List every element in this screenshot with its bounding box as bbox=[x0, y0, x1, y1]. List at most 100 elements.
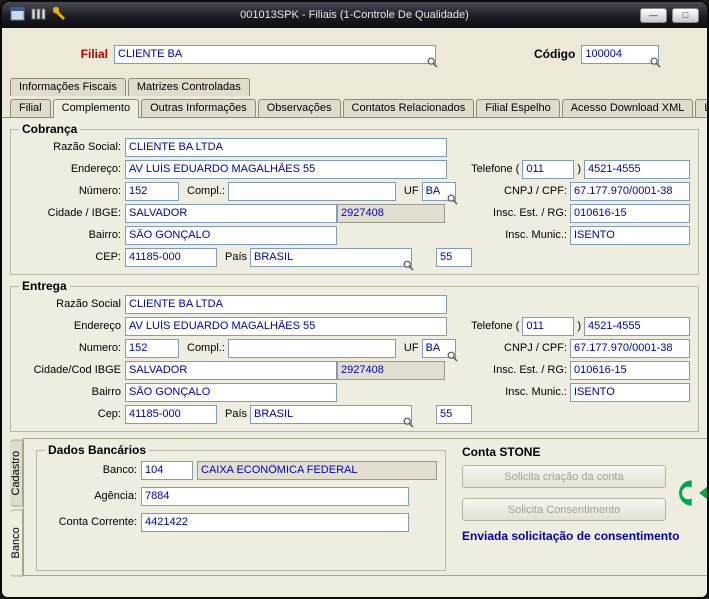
app-window: 001013SPK - Filiais (1-Controle De Quali… bbox=[0, 0, 709, 599]
cobranca-telefone-ddd-input[interactable] bbox=[522, 159, 575, 179]
pais-label: País bbox=[225, 408, 248, 420]
razao-social-label: Razão Social: bbox=[53, 141, 121, 153]
solicita-consentimento-button[interactable]: Solicita Consentimento bbox=[462, 498, 666, 521]
cobranca-cidade-input[interactable] bbox=[125, 203, 337, 223]
columns-icon[interactable] bbox=[31, 7, 46, 24]
maximize-button[interactable]: □ bbox=[672, 7, 699, 23]
tab-contatos-relacionados[interactable]: Contatos Relacionados bbox=[342, 99, 475, 117]
form-icon[interactable] bbox=[10, 7, 25, 24]
cobranca-insc-munic-input[interactable] bbox=[570, 225, 690, 245]
cobranca-cnpj-input[interactable] bbox=[570, 181, 690, 201]
conta-corrente-input[interactable] bbox=[141, 512, 409, 532]
stone-status-icon bbox=[679, 480, 707, 506]
tab-outras-informacoes[interactable]: Outras Informações bbox=[141, 99, 256, 117]
entrega-cidade-input[interactable] bbox=[125, 360, 337, 380]
paren-close: ) bbox=[577, 163, 581, 175]
entrega-title: Entrega bbox=[22, 279, 67, 293]
minimize-button[interactable]: — bbox=[640, 7, 667, 23]
cobranca-telefone-input[interactable] bbox=[584, 159, 690, 179]
cobranca-insc-est-input[interactable] bbox=[570, 203, 690, 223]
tab-observacoes[interactable]: Observações bbox=[257, 99, 341, 117]
cobranca-bairro-input[interactable] bbox=[125, 225, 337, 245]
cep-label: CEP: bbox=[95, 251, 121, 263]
tab-log[interactable]: Log bbox=[695, 99, 707, 117]
tab-filial-espelho[interactable]: Filial Espelho bbox=[476, 99, 560, 117]
banco-label: Banco: bbox=[102, 464, 137, 476]
banco-codigo-input[interactable] bbox=[141, 460, 193, 480]
conta-corrente-label: Conta Corrente: bbox=[58, 516, 137, 528]
cnpj-label: CNPJ / CPF: bbox=[504, 185, 567, 197]
insc-est-label: Insc. Est. / RG: bbox=[493, 207, 567, 219]
cobranca-compl-input[interactable] bbox=[227, 181, 396, 201]
search-icon[interactable] bbox=[403, 260, 414, 271]
side-tab-strip: Cadastro Banco bbox=[10, 438, 23, 576]
bairro-label: Bairro: bbox=[88, 229, 121, 241]
agencia-input[interactable] bbox=[141, 486, 409, 506]
search-icon[interactable] bbox=[650, 57, 661, 68]
outer-tab-strip: Informações Fiscais Matrizes Controladas bbox=[2, 74, 707, 96]
cidade-label: Cidade / IBGE: bbox=[47, 207, 121, 219]
entrega-telefone-ddd-input[interactable] bbox=[522, 316, 575, 336]
entrega-endereco-input[interactable] bbox=[125, 316, 447, 336]
cobranca-razao-social-input[interactable] bbox=[125, 137, 447, 157]
search-icon[interactable] bbox=[447, 351, 458, 362]
entrega-insc-munic-input[interactable] bbox=[570, 382, 690, 402]
cobranca-group: Cobrança Razão Social: Endereço: Número:… bbox=[10, 122, 699, 275]
entrega-group: Entrega Razão Social Endereço Numero: Co… bbox=[10, 279, 699, 432]
entrega-cep-input[interactable] bbox=[125, 404, 217, 424]
dados-bancarios-title: Dados Bancários bbox=[48, 443, 147, 457]
cobranca-cep-input[interactable] bbox=[125, 247, 217, 267]
entrega-numero-input[interactable] bbox=[125, 338, 179, 358]
entrega-telefone-input[interactable] bbox=[584, 316, 690, 336]
bairro-label: Bairro bbox=[91, 386, 121, 398]
side-tab-banco[interactable]: Banco bbox=[10, 509, 23, 576]
tab-acesso-download-xml[interactable]: Acesso Download XML bbox=[561, 99, 694, 117]
solicita-criacao-conta-button[interactable]: Solicita criação da conta bbox=[462, 465, 666, 488]
numero-label: Numero: bbox=[78, 342, 121, 354]
entrega-pais-cod-input[interactable] bbox=[436, 404, 473, 424]
paren-open: ( bbox=[515, 320, 520, 332]
telefone-label: Telefone bbox=[471, 320, 513, 332]
tab-matrizes-controladas[interactable]: Matrizes Controladas bbox=[127, 78, 250, 96]
filial-label: Filial bbox=[80, 47, 108, 61]
cobranca-numero-input[interactable] bbox=[125, 181, 179, 201]
entrega-pais-input[interactable] bbox=[250, 404, 413, 424]
numero-label: Número: bbox=[78, 185, 121, 197]
wrench-icon[interactable] bbox=[52, 6, 68, 24]
banco-panel: Dados Bancários Banco: Agência: Conta Co… bbox=[23, 438, 707, 576]
entrega-compl-input[interactable] bbox=[227, 338, 396, 358]
complemento-panel: Cobrança Razão Social: Endereço: Número:… bbox=[2, 118, 707, 597]
insc-munic-label: Insc. Munic.: bbox=[505, 229, 567, 241]
dados-bancarios-group: Dados Bancários Banco: Agência: Conta Co… bbox=[36, 443, 446, 571]
cobranca-pais-cod-input[interactable] bbox=[436, 247, 473, 267]
entrega-razao-social-input[interactable] bbox=[125, 294, 447, 314]
tab-filial[interactable]: Filial bbox=[10, 99, 51, 117]
entrega-insc-est-input[interactable] bbox=[570, 360, 690, 380]
endereco-label: Endereço bbox=[73, 320, 121, 332]
title-bar: 001013SPK - Filiais (1-Controle De Quali… bbox=[2, 2, 707, 28]
filial-input[interactable] bbox=[114, 44, 436, 64]
entrega-bairro-input[interactable] bbox=[125, 382, 337, 402]
search-icon[interactable] bbox=[447, 194, 458, 205]
record-header: Filial Código bbox=[2, 28, 707, 74]
cobranca-pais-input[interactable] bbox=[250, 247, 413, 267]
bottom-section: Cadastro Banco Dados Bancários Banco: Ag… bbox=[10, 438, 707, 576]
insc-munic-label: Insc. Munic.: bbox=[505, 386, 567, 398]
entrega-cnpj-input[interactable] bbox=[570, 338, 690, 358]
uf-label: UF bbox=[403, 185, 419, 197]
codigo-input[interactable] bbox=[581, 44, 660, 64]
conta-stone-title: Conta STONE bbox=[462, 445, 541, 459]
search-icon[interactable] bbox=[427, 57, 438, 68]
cidade-label: Cidade/Cod IBGE bbox=[33, 364, 121, 376]
tab-complemento[interactable]: Complemento bbox=[52, 99, 140, 118]
codigo-label: Código bbox=[534, 47, 576, 61]
paren-close: ) bbox=[577, 320, 581, 332]
paren-open: ( bbox=[515, 163, 520, 175]
cnpj-label: CNPJ / CPF: bbox=[504, 342, 567, 354]
search-icon[interactable] bbox=[403, 417, 414, 428]
tab-informacoes-fiscais[interactable]: Informações Fiscais bbox=[10, 78, 126, 96]
cobranca-endereco-input[interactable] bbox=[125, 159, 447, 179]
cobranca-ibge-field bbox=[337, 203, 445, 223]
side-tab-cadastro[interactable]: Cadastro bbox=[10, 440, 23, 507]
cep-label: Cep: bbox=[97, 408, 121, 420]
